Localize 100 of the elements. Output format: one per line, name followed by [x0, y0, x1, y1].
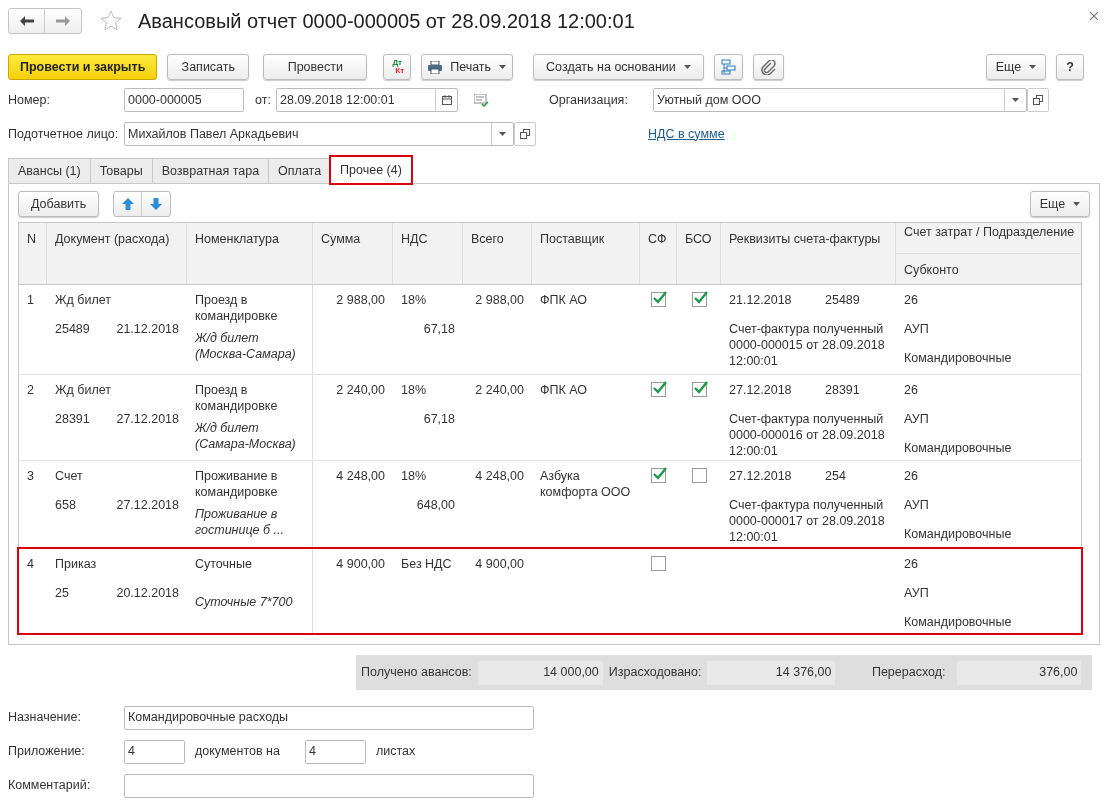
department: АУП: [904, 585, 930, 602]
invoice-number: 254: [825, 468, 846, 485]
purpose-field[interactable]: Командировочные расходы: [124, 705, 534, 730]
vat-rate: 18%: [401, 292, 428, 309]
column-header[interactable]: Сумма: [313, 223, 392, 249]
tab[interactable]: Возвратная тара: [151, 158, 270, 184]
subconto: Командировочные: [904, 350, 1013, 366]
amount: 2 240,00: [336, 382, 385, 398]
checkbox[interactable]: [651, 556, 666, 571]
vat-link[interactable]: НДС в сумме: [648, 124, 725, 144]
checkbox[interactable]: [651, 468, 666, 483]
structure-button[interactable]: [713, 54, 743, 80]
organization-field[interactable]: Уютный дом ООО: [653, 88, 1027, 112]
row-number: 2: [27, 382, 35, 398]
more-button[interactable]: Еще: [986, 54, 1046, 80]
date-field[interactable]: 28.09.2018 12:00:01: [276, 88, 458, 112]
checkmark-icon: [693, 381, 708, 394]
total-amount: 4 248,00: [475, 468, 524, 484]
checkbox[interactable]: [691, 468, 707, 483]
field-label: листах: [376, 743, 416, 761]
row-number: 3: [27, 468, 35, 484]
documents-count-field[interactable]: 4: [124, 739, 185, 764]
vat-amount: 648,00: [416, 497, 455, 513]
checkbox[interactable]: [651, 382, 666, 397]
invoice-date: 27.12.2018: [729, 468, 793, 485]
caret-icon: [1029, 65, 1037, 69]
checkmark-icon: [693, 291, 708, 304]
column-header[interactable]: Субконто: [896, 254, 1080, 280]
invoice-date: 27.12.2018: [729, 382, 793, 399]
print-button[interactable]: Печать: [421, 54, 514, 80]
dt-kt-button[interactable]: Дт Кт: [383, 54, 412, 80]
post-and-close-button[interactable]: Провести и закрыть: [8, 54, 158, 80]
column-header[interactable]: Реквизиты счета-фактуры: [721, 223, 895, 249]
close-icon: [1090, 12, 1098, 20]
caret-icon: [499, 65, 507, 69]
tab[interactable]: Товары: [89, 158, 153, 184]
field-label: от:: [255, 91, 272, 109]
column-header[interactable]: N: [19, 223, 46, 249]
document-type: Счет: [55, 468, 84, 485]
back-arrow-icon: [19, 16, 34, 26]
forward-arrow-icon: [56, 16, 70, 26]
account: 26: [904, 468, 919, 485]
total-label: Перерасход:: [870, 664, 947, 682]
open-button[interactable]: [1027, 88, 1049, 112]
comment-field[interactable]: [124, 773, 534, 798]
down-arrow-icon: [150, 198, 163, 210]
document-number: 658: [55, 497, 77, 513]
total-value: 376,00: [957, 660, 1082, 685]
column-header[interactable]: БСО: [677, 223, 720, 249]
document-number: 25489: [55, 321, 91, 337]
save-button[interactable]: Записать: [167, 54, 250, 80]
column-header[interactable]: Номенклатура: [187, 223, 312, 249]
attach-button[interactable]: [752, 54, 784, 80]
field-label: Назначение:: [8, 709, 82, 727]
help-button[interactable]: ?: [1056, 54, 1084, 80]
column-header[interactable]: Всего: [463, 223, 531, 249]
tab[interactable]: Прочее (4): [330, 156, 412, 184]
subconto: Командировочные: [904, 614, 1013, 630]
amount: 2 988,00: [336, 292, 385, 308]
calendar-icon: [441, 95, 452, 105]
document-date: 27.12.2018: [116, 411, 179, 427]
number-field[interactable]: 0000-000005: [124, 88, 244, 112]
item-name: Суточные: [195, 556, 253, 573]
document-date: 21.12.2018: [116, 321, 179, 337]
column-header[interactable]: Счет затрат / Подразделение: [896, 218, 1083, 239]
column-header[interactable]: Документ (расхода): [47, 223, 186, 249]
open-form-icon: [1033, 95, 1043, 105]
document-type: Жд билет: [55, 292, 112, 309]
tab[interactable]: Оплата: [268, 158, 332, 184]
checkmark-icon: [653, 467, 667, 480]
invoice-document: Счет-фактура полученный 0000-000017 от 28.09.2018 12:00:01: [729, 497, 885, 545]
invoice-document: Счет-фактура полученный 0000-000016 от 28.09.2018 12:00:01: [729, 411, 885, 459]
add-button[interactable]: Добавить: [18, 191, 100, 217]
checkmark-icon: [653, 291, 667, 304]
caret-icon: [499, 132, 506, 136]
column-header[interactable]: Поставщик: [532, 223, 639, 249]
checkbox[interactable]: [691, 292, 707, 307]
column-header[interactable]: НДС: [393, 223, 462, 249]
subconto: Командировочные: [904, 440, 1013, 456]
open-button[interactable]: [514, 122, 536, 146]
tab[interactable]: Авансы (1): [8, 158, 91, 184]
item-note: Суточные 7*700: [195, 594, 294, 610]
create-based-on-button[interactable]: Создать на основании: [533, 54, 704, 80]
checkbox[interactable]: [691, 382, 707, 397]
sheets-count-field[interactable]: 4: [305, 739, 366, 764]
supplier: ФПК АО: [540, 382, 589, 398]
checkbox[interactable]: [651, 292, 666, 307]
total-amount: 2 240,00: [475, 382, 524, 398]
department: АУП: [904, 497, 930, 514]
invoice-date: 21.12.2018: [729, 292, 793, 309]
column-header[interactable]: СФ: [640, 223, 676, 249]
up-arrow-icon: [121, 198, 134, 210]
star-icon[interactable]: [100, 10, 122, 32]
more-button[interactable]: Еще: [1030, 191, 1090, 217]
person-field[interactable]: Михайлов Павел Аркадьевич: [124, 122, 514, 146]
post-button[interactable]: Провести: [263, 54, 368, 80]
department: АУП: [904, 321, 930, 338]
document-type: Приказ: [55, 556, 98, 573]
item-name: Проезд в командировке: [195, 382, 279, 414]
field-label: Подотчетное лицо:: [8, 125, 120, 143]
